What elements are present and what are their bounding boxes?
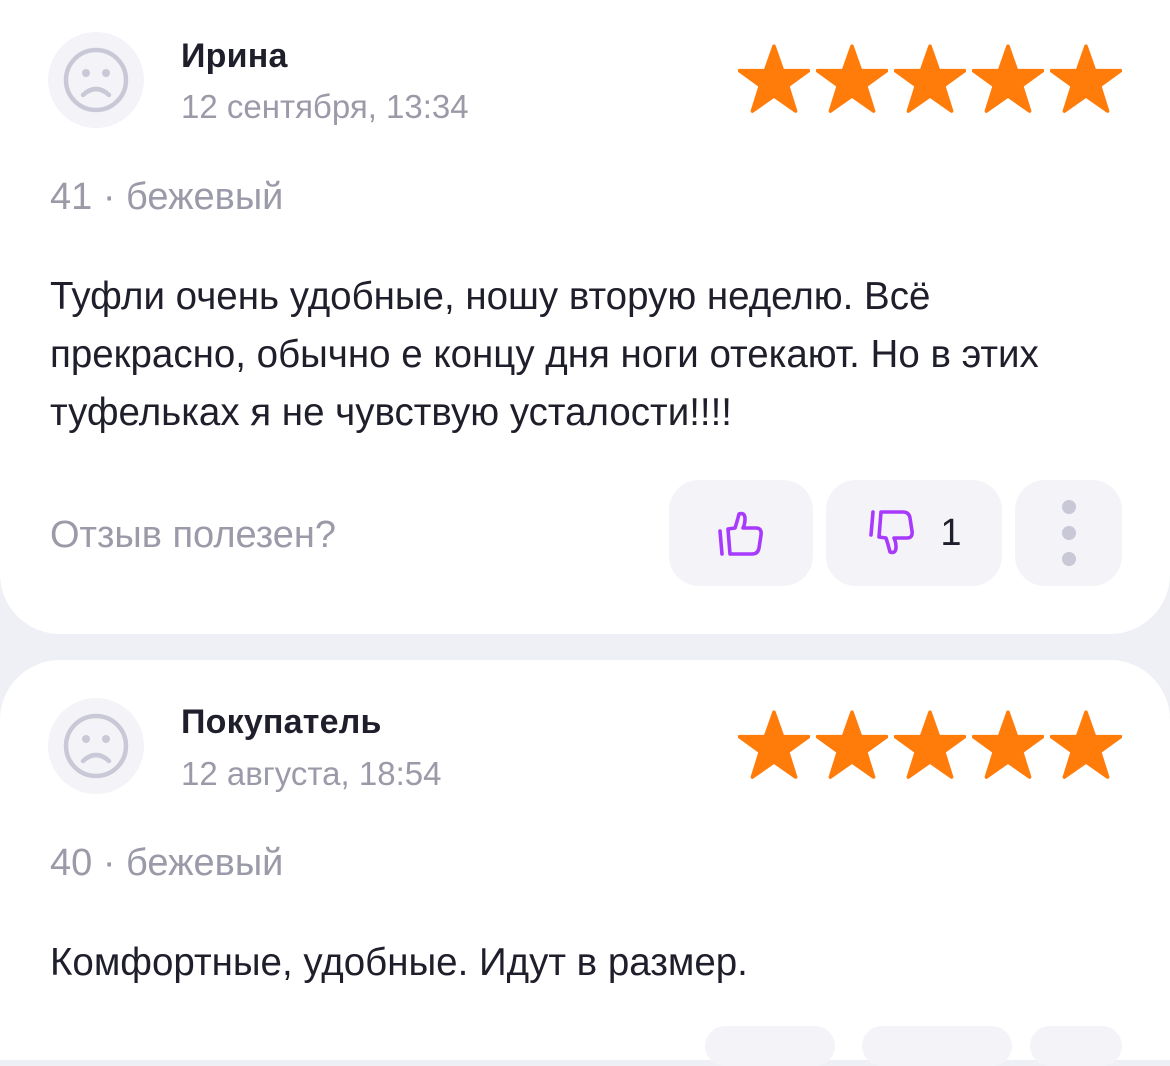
rating-stars — [738, 710, 1122, 780]
star-icon — [816, 710, 888, 779]
star-icon — [894, 44, 966, 113]
helpful-question: Отзыв полезен? — [50, 514, 337, 556]
dislike-button[interactable] — [862, 1026, 1012, 1066]
sad-face-icon — [63, 713, 129, 779]
review-date: 12 августа, 18:54 — [181, 755, 442, 792]
rating-stars — [738, 44, 1122, 114]
star-icon — [738, 44, 810, 113]
star-icon — [894, 710, 966, 779]
thumbs-up-icon — [718, 511, 763, 556]
review-author: Ирина — [181, 37, 288, 75]
more-dot — [1061, 526, 1076, 540]
more-options-button[interactable] — [1015, 480, 1122, 586]
review-variant: 40 · бежевый — [50, 842, 284, 884]
more-vertical-icon — [1061, 500, 1076, 514]
star-icon — [972, 44, 1044, 113]
star-icon — [1050, 44, 1122, 113]
more-options-button[interactable] — [1030, 1026, 1122, 1066]
review-text: Комфортные, удобные. Идут в размер. — [50, 941, 748, 984]
like-button[interactable] — [705, 1026, 835, 1066]
dislike-count: 1 — [940, 511, 962, 554]
like-button[interactable] — [669, 480, 813, 586]
star-icon — [738, 710, 810, 779]
star-icon — [972, 710, 1044, 779]
dislike-button[interactable]: 1 — [826, 480, 1002, 586]
review-date: 12 сентября, 13:34 — [181, 88, 469, 125]
review-variant: 41 · бежевый — [50, 176, 284, 218]
review-author: Покупатель — [181, 703, 382, 741]
star-icon — [816, 44, 888, 113]
thumbs-down-icon — [869, 510, 915, 555]
avatar — [48, 698, 144, 794]
review-card: Ирина 12 сентября, 13:34 41 · бежевый Ту… — [0, 0, 1170, 634]
avatar — [48, 32, 144, 128]
more-dot — [1061, 552, 1076, 566]
review-text: Туфли очень удобные, ношу вторую неделю.… — [50, 275, 1039, 434]
star-icon — [1050, 710, 1122, 779]
sad-face-icon — [63, 47, 129, 113]
